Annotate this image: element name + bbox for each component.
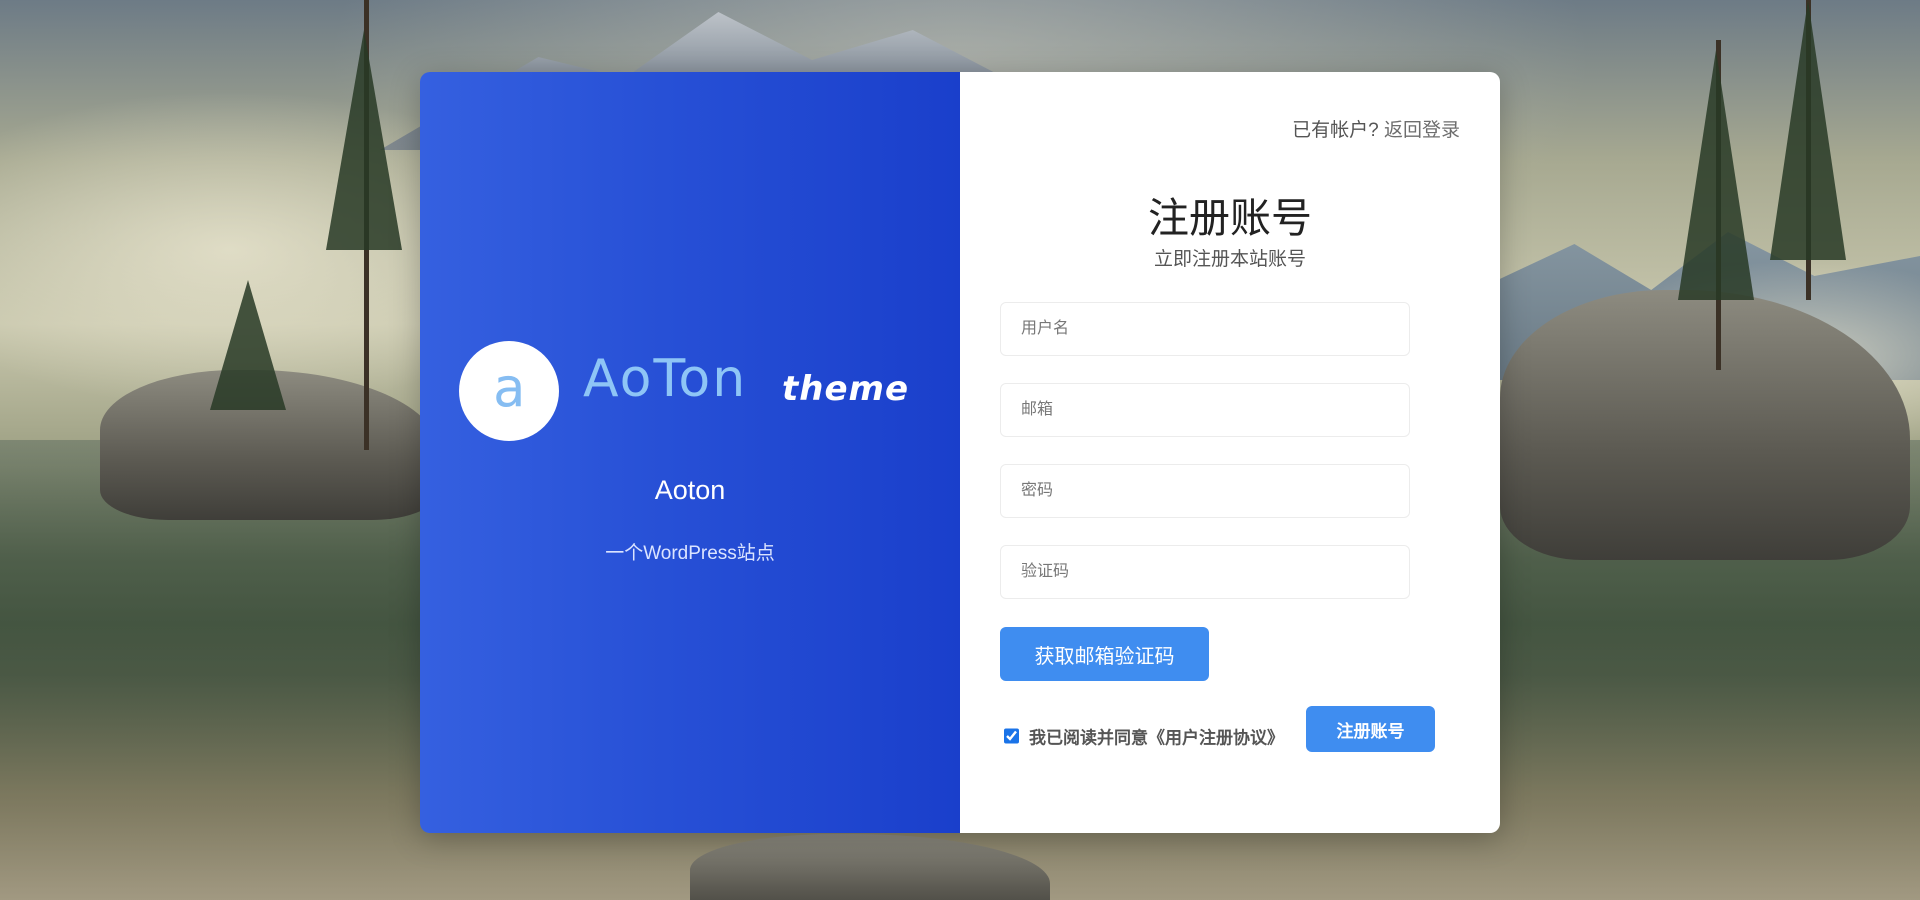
agreement-row[interactable]: 我已阅读并同意《用户注册协议》	[1004, 724, 1284, 749]
logo-name: AoTon	[583, 349, 748, 409]
back-to-login-link[interactable]: 返回登录	[1384, 120, 1460, 141]
register-submit-button[interactable]: 注册账号	[1306, 706, 1435, 752]
logo-letter: a	[492, 356, 526, 419]
tree-right	[1678, 50, 1754, 300]
logo-suffix: theme	[782, 369, 910, 409]
logo-circle: a	[459, 341, 559, 441]
get-email-code-button[interactable]: 获取邮箱验证码	[1000, 627, 1209, 681]
captcha-input[interactable]	[1000, 545, 1410, 599]
tree-left-small	[210, 280, 286, 410]
agreement-text: 我已阅读并同意《用户注册协议》	[1029, 728, 1284, 748]
username-input[interactable]	[1000, 302, 1410, 356]
login-prompt: 已有帐户?	[1292, 120, 1379, 141]
register-card: a AoTon theme Aoton 一个WordPress站点 已有帐户? …	[420, 72, 1500, 833]
form-title: 注册账号	[1148, 195, 1312, 241]
site-name: Aoton	[654, 475, 726, 505]
site-description: 一个WordPress站点	[605, 543, 775, 564]
email-input[interactable]	[1000, 383, 1410, 437]
form-subtitle: 立即注册本站账号	[1153, 249, 1306, 270]
agreement-checkbox[interactable]	[1004, 728, 1019, 744]
login-link-row: 已有帐户? 返回登录	[1292, 115, 1460, 142]
brand-panel: a AoTon theme Aoton 一个WordPress站点	[420, 72, 960, 833]
password-input[interactable]	[1000, 464, 1410, 518]
tree-left	[326, 30, 402, 250]
register-form-panel: 已有帐户? 返回登录 注册账号 立即注册本站账号 获取邮箱验证码 我已阅读并同意…	[960, 72, 1500, 833]
tree-right-2	[1770, 0, 1846, 260]
